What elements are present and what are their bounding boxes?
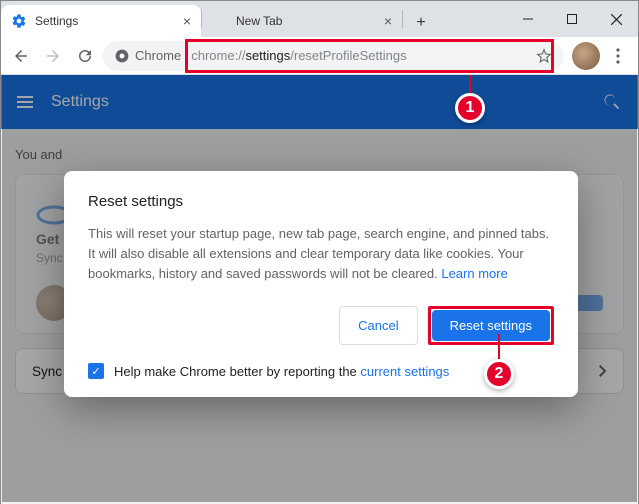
learn-more-link[interactable]: Learn more [441,266,507,281]
dialog-title: Reset settings [88,193,554,210]
annotation-1: 1 [455,93,485,123]
blank-favicon [212,13,228,29]
kebab-menu-icon[interactable] [604,42,632,70]
tab-new[interactable]: New Tab × [202,5,402,37]
minimize-button[interactable] [506,1,550,37]
forward-button[interactable] [39,42,67,70]
site-chip: Chrome [115,48,181,63]
gear-icon [11,13,27,29]
cancel-button[interactable]: Cancel [339,306,417,345]
tab-settings[interactable]: Settings × [1,5,201,37]
reset-settings-button[interactable]: Reset settings [432,310,550,341]
current-settings-link[interactable]: current settings [360,364,449,379]
maximize-button[interactable] [550,1,594,37]
close-icon[interactable]: × [384,13,392,29]
report-checkbox[interactable]: ✓ [88,363,104,379]
close-window-button[interactable] [594,1,638,37]
profile-avatar[interactable] [572,42,600,70]
tab-title: Settings [35,14,78,28]
annotation-line-2 [498,334,500,362]
annotation-2: 2 [484,359,514,389]
checkbox-label: Help make Chrome better by reporting the… [114,364,449,379]
window-controls [506,1,638,37]
site-label: Chrome [135,48,181,63]
chrome-icon [115,49,129,63]
tab-title: New Tab [236,14,282,28]
back-button[interactable] [7,42,35,70]
omnibox[interactable]: Chrome chrome://settings/resetProfileSet… [103,41,564,71]
close-icon[interactable]: × [183,13,191,29]
dialog-body: This will reset your startup page, new t… [88,224,554,284]
browser-toolbar: Chrome chrome://settings/resetProfileSet… [1,37,638,75]
tab-separator [402,10,403,28]
omnibox-wrap: Chrome chrome://settings/resetProfileSet… [103,41,564,71]
bookmark-star-icon[interactable] [536,48,552,64]
url-text: chrome://settings/resetProfileSettings [191,48,406,63]
reload-button[interactable] [71,42,99,70]
titlebar: Settings × New Tab × + [1,1,638,37]
dialog-actions: Cancel Reset settings [88,306,554,345]
new-tab-button[interactable]: + [407,9,435,37]
annotation-box-2: Reset settings [428,306,554,345]
